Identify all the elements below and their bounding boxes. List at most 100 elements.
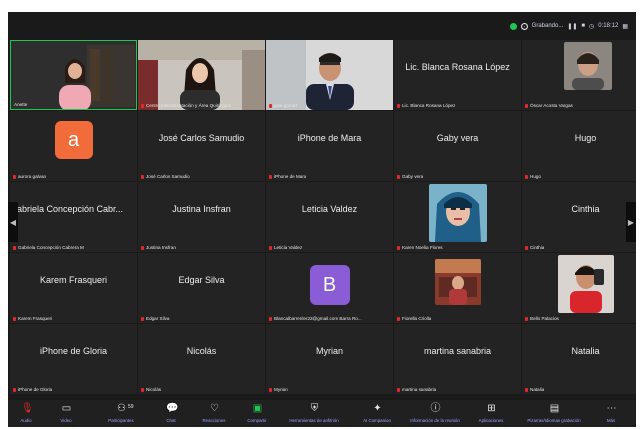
participant-tile[interactable]: Gaby vera Gaby vera xyxy=(394,111,521,181)
participant-name: Gaby vera xyxy=(436,133,479,143)
clock-icon: ◷ xyxy=(589,23,595,30)
participant-grid: Anette Centro Instrumentación y Área Qui… xyxy=(10,40,636,395)
muted-mic-icon xyxy=(397,103,400,108)
participant-tile-video[interactable]: jose gomez xyxy=(266,40,393,110)
participant-tile[interactable]: Leticia Valdez Leticia Valdez xyxy=(266,182,393,252)
meeting-info-button[interactable]: ⓘ Información de la reunión xyxy=(402,400,468,427)
muted-mic-icon xyxy=(525,316,528,321)
participant-tile-video[interactable]: Centro Instrumentación y Área Quirúrgica xyxy=(138,40,265,110)
participant-tile[interactable]: Fiorella Criolla xyxy=(394,253,521,323)
share-button[interactable]: ▣ Compartir xyxy=(236,400,278,427)
muted-mic-icon xyxy=(13,245,16,250)
participant-label: Gaby vera xyxy=(397,174,423,179)
ai-companion-button[interactable]: ✦ AI Companion xyxy=(352,400,402,427)
muted-mic-icon xyxy=(141,316,144,321)
participant-name: iPhone de Mara xyxy=(297,133,362,143)
people-icon: ⚇ xyxy=(117,403,126,414)
participant-tile[interactable]: Cinthia Cinthia xyxy=(522,182,636,252)
muted-mic-icon xyxy=(525,387,528,392)
muted-mic-icon xyxy=(141,245,144,250)
participant-tile[interactable]: Lic. Blanca Rosana López Lic. Blanca Ros… xyxy=(394,40,521,110)
chat-button[interactable]: 💬 Chat xyxy=(154,400,188,427)
participant-label: martina sanabria xyxy=(397,387,436,392)
apps-button[interactable]: ⊞ Aplicaciones xyxy=(468,400,514,427)
prev-page-arrow[interactable]: ◀ xyxy=(8,202,18,242)
pause-icon[interactable]: ❚❚ xyxy=(567,23,577,30)
host-tools-button[interactable]: ⛨ Herramientas de anfitrión xyxy=(276,400,352,427)
participant-tile[interactable]: Justina Insfran Justina Insfran xyxy=(138,182,265,252)
participant-label: iPhone de Gloria xyxy=(13,387,52,392)
participants-button[interactable]: ⚇ 59 Participantes xyxy=(94,400,148,427)
participant-tile[interactable]: martina sanabria martina sanabria xyxy=(394,324,521,394)
participant-tile[interactable]: Hugo Hugo xyxy=(522,111,636,181)
participant-name: Gabriela Concepción Cabr... xyxy=(10,204,124,214)
recording-indicator[interactable]: Grabando... ❚❚ ■ ◷ 0:18:12 ▦ xyxy=(509,19,628,33)
participant-name: Hugo xyxy=(574,133,597,143)
participant-tile[interactable]: Nicolás Nicolás xyxy=(138,324,265,394)
participant-label: Leticia Valdez xyxy=(269,245,302,250)
view-grid-icon[interactable]: ▦ xyxy=(622,23,628,30)
video-feed xyxy=(266,40,393,110)
participant-tile[interactable]: José Carlos Samudio José Carlos Samudio xyxy=(138,111,265,181)
participant-name: Edgar Silva xyxy=(178,275,225,285)
participant-tile[interactable]: B Blancalbarrenler23@gmail.com Barra Ro.… xyxy=(266,253,393,323)
participant-name: Karem Frasqueri xyxy=(39,275,108,285)
participant-tile[interactable]: iPhone de Mara iPhone de Mara xyxy=(266,111,393,181)
participant-label: Centro Instrumentación y Área Quirúrgica xyxy=(141,103,231,108)
muted-mic-icon xyxy=(397,245,400,250)
reactions-button[interactable]: ♡ Reacciones xyxy=(192,400,236,427)
apps-grid-icon: ⊞ xyxy=(487,403,496,414)
muted-mic-icon xyxy=(525,245,528,250)
participant-label: Blancalbarrenler23@gmail.com Barra Ro... xyxy=(269,316,362,321)
participant-name: Cinthia xyxy=(571,204,600,214)
participant-tile[interactable]: iPhone de Gloria iPhone de Gloria xyxy=(10,324,137,394)
heart-icon: ♡ xyxy=(210,403,219,414)
share-screen-icon: ▣ xyxy=(252,403,263,414)
participant-tile[interactable]: Karem Frasqueri Karem Frasqueri xyxy=(10,253,137,323)
profile-photo xyxy=(557,255,614,313)
next-page-arrow[interactable]: ▶ xyxy=(626,202,636,242)
participant-tile[interactable]: a aurora galvan xyxy=(10,111,137,181)
muted-mic-icon xyxy=(397,316,400,321)
participant-label: Gabriela Concepción Cabrera M xyxy=(13,245,84,250)
participant-label: Natalia xyxy=(525,387,544,392)
participant-tile[interactable]: Karen Noelia Flores xyxy=(394,182,521,252)
stop-icon[interactable]: ■ xyxy=(581,23,585,29)
participant-tile[interactable]: Natalia Natalia xyxy=(522,324,636,394)
video-button[interactable]: ▭ Video xyxy=(46,400,86,427)
participant-label: José Carlos Samudio xyxy=(141,174,190,179)
more-dots-icon: ⋯ xyxy=(606,403,617,414)
chat-bubble-icon: 💬 xyxy=(166,403,179,414)
participant-name: Justina Insfran xyxy=(172,204,231,214)
muted-mic-icon xyxy=(13,316,16,321)
more-button[interactable]: ⋯ Más xyxy=(596,400,626,427)
participant-label: Karem Frasqueri xyxy=(13,316,52,321)
participant-label: jose gomez xyxy=(269,103,298,108)
participant-label: Óscar Acosta Vargas xyxy=(525,103,573,108)
participant-tile[interactable]: Edgar Silva Edgar Silva xyxy=(138,253,265,323)
profile-photo xyxy=(428,184,487,242)
participant-name: Lic. Blanca Rosana López xyxy=(405,62,510,72)
participant-name: José Carlos Samudio xyxy=(158,133,245,143)
participant-tile[interactable]: Myrian Myrian xyxy=(266,324,393,394)
video-camera-icon: ▭ xyxy=(61,403,72,414)
participants-count: 59 xyxy=(128,404,134,410)
muted-mic-icon xyxy=(269,103,272,108)
zoom-window: Grabando... ❚❚ ■ ◷ 0:18:12 ▦ Anette Cent… xyxy=(8,12,636,427)
avatar: B xyxy=(309,265,350,305)
participant-tile-video[interactable]: Anette xyxy=(10,40,137,110)
whiteboard-icon: ▤ xyxy=(549,403,560,414)
participant-tile[interactable]: Bello Palacios xyxy=(522,253,636,323)
participant-tile[interactable]: Gabriela Concepción Cabr... Gabriela Con… xyxy=(10,182,137,252)
profile-photo xyxy=(563,42,612,90)
sparkle-icon: ✦ xyxy=(373,403,382,414)
participant-tile[interactable]: Óscar Acosta Vargas xyxy=(522,40,636,110)
shield-icon: ⛨ xyxy=(310,403,319,414)
participant-label: iPhone de Mara xyxy=(269,174,306,179)
participant-label: Bello Palacios xyxy=(525,316,559,321)
whiteboards-button[interactable]: ▤ Pizarras/Idiomas grabación xyxy=(514,400,594,427)
muted-mic-icon xyxy=(13,174,16,179)
mic-muted-icon: 🎙 xyxy=(21,403,34,414)
participant-label: aurora galvan xyxy=(13,174,46,179)
audio-button[interactable]: 🎙 Audio xyxy=(8,400,44,427)
